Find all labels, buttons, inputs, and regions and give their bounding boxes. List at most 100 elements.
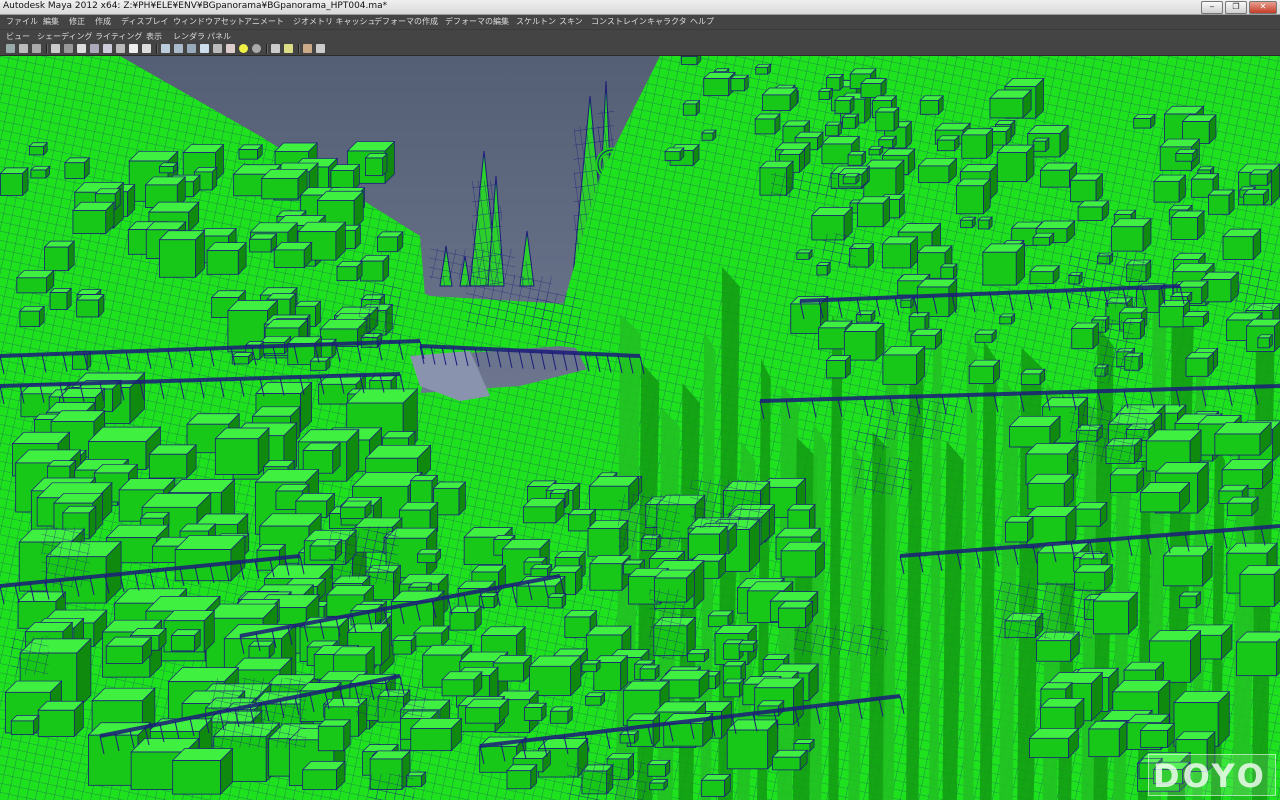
gate-mask-icon[interactable]	[103, 44, 112, 53]
wireframe-icon[interactable]	[161, 44, 170, 53]
bounding-box-icon[interactable]	[213, 44, 222, 53]
building-front	[441, 679, 475, 697]
panel-menu-item[interactable]: レンダラ	[173, 31, 205, 42]
menu-item[interactable]: キャラクタ	[647, 16, 687, 27]
building-front	[738, 643, 754, 653]
wire-dense-patch	[11, 636, 49, 675]
building-front	[549, 710, 569, 724]
building-front	[587, 528, 621, 557]
building-front	[730, 78, 746, 92]
menu-item[interactable]: デフォーマの編集	[445, 16, 509, 27]
menu-item[interactable]: ヘルプ	[690, 16, 714, 27]
use-lights-icon[interactable]	[239, 44, 248, 53]
building-front	[564, 616, 591, 638]
building-front	[857, 202, 884, 228]
building-front	[547, 596, 563, 609]
field-chart-icon[interactable]	[116, 44, 125, 53]
panel-menu-item[interactable]: ライティング	[95, 31, 142, 42]
building-front	[581, 663, 597, 673]
smooth-shade-all-icon[interactable]	[187, 44, 196, 53]
building-front	[1249, 173, 1268, 186]
menu-item[interactable]: 修正	[69, 16, 85, 27]
wire-dense-patch	[854, 457, 912, 495]
building-front	[1040, 169, 1070, 188]
watermark-text: DOYO	[1153, 757, 1267, 795]
building-front	[171, 635, 195, 652]
building-front	[790, 303, 821, 334]
building-front	[1037, 552, 1080, 585]
menu-item[interactable]: ジオメトリ キャッシュ	[293, 16, 376, 27]
building-front	[1093, 600, 1129, 635]
building-front	[449, 612, 476, 631]
film-gate-icon[interactable]	[77, 44, 86, 53]
xray-components-icon[interactable]	[316, 44, 325, 53]
perspective-viewport[interactable]	[0, 56, 1280, 800]
building-front	[1236, 641, 1278, 677]
wire-dense-patch	[1235, 265, 1273, 311]
building-front	[842, 176, 857, 185]
building-front	[330, 169, 355, 191]
menu-item[interactable]: ファイル	[6, 16, 38, 27]
panel-menu-item[interactable]: 表示	[146, 31, 162, 42]
xray-icon[interactable]	[284, 44, 293, 53]
maximize-button[interactable]: ❐	[1225, 1, 1247, 14]
menu-item[interactable]: コンストレイン	[591, 16, 647, 27]
building-front	[960, 219, 973, 229]
resolution-gate-icon[interactable]	[90, 44, 99, 53]
building-front	[524, 707, 543, 721]
menu-item[interactable]: デフォーマの作成	[374, 16, 438, 27]
bookmark-icon[interactable]	[32, 44, 41, 53]
building-front	[723, 643, 740, 660]
wire-dense-patch	[355, 681, 426, 717]
panel-menu-item[interactable]: パネル	[207, 31, 231, 42]
building-front	[726, 729, 769, 770]
menu-item[interactable]: 編集	[43, 16, 59, 27]
building-front	[465, 707, 501, 724]
menu-item[interactable]: 作成	[95, 16, 111, 27]
panel-menu-item[interactable]: シェーディング	[37, 31, 92, 42]
textured-icon[interactable]	[226, 44, 235, 53]
building-front	[796, 252, 810, 260]
wire-dense-patch	[368, 773, 415, 800]
building-front	[1036, 640, 1072, 662]
safe-title-icon[interactable]	[142, 44, 151, 53]
building-front	[317, 725, 345, 752]
building-front	[1029, 737, 1069, 759]
building-front	[105, 645, 143, 664]
building-front	[1257, 337, 1270, 349]
building-side	[382, 152, 388, 177]
menu-item[interactable]: ディスプレイ	[121, 16, 168, 27]
isolate-select-icon[interactable]	[271, 44, 280, 53]
building-front	[410, 728, 452, 752]
menu-item[interactable]: アニメート	[244, 16, 284, 27]
wire-dense-patch	[996, 581, 1092, 639]
grid-icon[interactable]	[64, 44, 73, 53]
building-front	[72, 210, 107, 235]
panel-menu-item[interactable]: ビュー	[6, 31, 30, 42]
building-front	[1170, 217, 1198, 240]
smooth-shade-icon[interactable]	[174, 44, 183, 53]
building-front	[238, 149, 258, 160]
building-front	[376, 236, 399, 253]
shadows-icon[interactable]	[252, 44, 261, 53]
camera-attributes-icon[interactable]	[19, 44, 28, 53]
window-title: Autodesk Maya 2012 x64: Z:¥PH¥ELE¥ENV¥BG…	[3, 1, 388, 11]
building-front	[1239, 573, 1275, 607]
safe-action-icon[interactable]	[129, 44, 138, 53]
building-front	[1005, 521, 1028, 543]
building-front	[919, 99, 939, 115]
minimize-button[interactable]: ‒	[1201, 1, 1223, 14]
image-plane-icon[interactable]	[51, 44, 60, 53]
menu-item[interactable]: アセット	[213, 16, 245, 27]
menu-item[interactable]: ウィンドウ	[173, 16, 213, 27]
xray-joints-icon[interactable]	[303, 44, 312, 53]
title-bar: Autodesk Maya 2012 x64: Z:¥PH¥ELE¥ENV¥BG…	[0, 0, 1280, 15]
close-button[interactable]: ✕	[1249, 1, 1277, 14]
building-front	[847, 154, 863, 166]
menu-item[interactable]: スキン	[559, 16, 583, 27]
flat-shade-icon[interactable]	[200, 44, 209, 53]
menu-item[interactable]: スケルトン	[516, 16, 556, 27]
select-camera-icon[interactable]	[6, 44, 15, 53]
building-front	[49, 292, 68, 310]
building-front	[816, 265, 828, 276]
